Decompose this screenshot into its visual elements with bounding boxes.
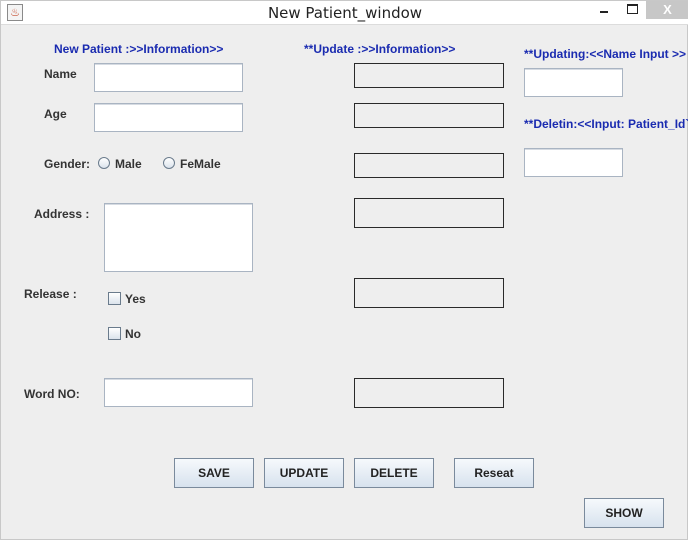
update-address-field[interactable]: [354, 198, 504, 228]
close-icon[interactable]: X: [646, 1, 688, 19]
maximize-icon[interactable]: [618, 1, 646, 19]
address-label: Address :: [34, 207, 90, 221]
window-title: New Patient_window: [267, 4, 423, 22]
updating-name-header: **Updating:<<Name Input >> *: [524, 47, 688, 61]
release-label: Release :: [24, 287, 77, 301]
word-no-label: Word NO:: [24, 387, 80, 401]
title-bar[interactable]: ♨ New Patient_window X: [1, 1, 688, 25]
gender-male-radio[interactable]: [98, 157, 110, 169]
gender-female-radio[interactable]: [163, 157, 175, 169]
update-button[interactable]: UPDATE: [264, 458, 344, 488]
gender-female-label: FeMale: [180, 157, 221, 171]
gender-male-label: Male: [115, 157, 142, 171]
gender-label: Gender:: [44, 157, 91, 171]
address-textarea[interactable]: [104, 203, 253, 272]
reset-button[interactable]: Reseat: [454, 458, 534, 488]
delete-button[interactable]: DELETE: [354, 458, 434, 488]
update-gender-field[interactable]: [354, 153, 504, 178]
update-release-field[interactable]: [354, 278, 504, 308]
age-input[interactable]: [94, 103, 243, 132]
update-word-no-field[interactable]: [354, 378, 504, 408]
release-no-label: No: [125, 327, 141, 341]
release-yes-checkbox[interactable]: [108, 292, 121, 305]
show-button[interactable]: SHOW: [584, 498, 664, 528]
updating-name-input[interactable]: [524, 68, 623, 97]
deleting-id-header: **Deletin:<<Input: Patient_Id`: [524, 117, 688, 131]
release-no-checkbox[interactable]: [108, 327, 121, 340]
name-label: Name: [44, 67, 77, 81]
deleting-id-input[interactable]: [524, 148, 623, 177]
age-label: Age: [44, 107, 67, 121]
update-header: **Update :>>Information>>: [304, 42, 456, 56]
release-yes-label: Yes: [125, 292, 146, 306]
update-name-field[interactable]: [354, 63, 504, 88]
app-window: ♨ New Patient_window X New Patient :>>In…: [0, 0, 688, 540]
name-input[interactable]: [94, 63, 243, 92]
new-patient-header: New Patient :>>Information>>: [54, 42, 224, 56]
update-age-field[interactable]: [354, 103, 504, 128]
word-no-input[interactable]: [104, 378, 253, 407]
minimize-icon[interactable]: [590, 1, 618, 19]
save-button[interactable]: SAVE: [174, 458, 254, 488]
